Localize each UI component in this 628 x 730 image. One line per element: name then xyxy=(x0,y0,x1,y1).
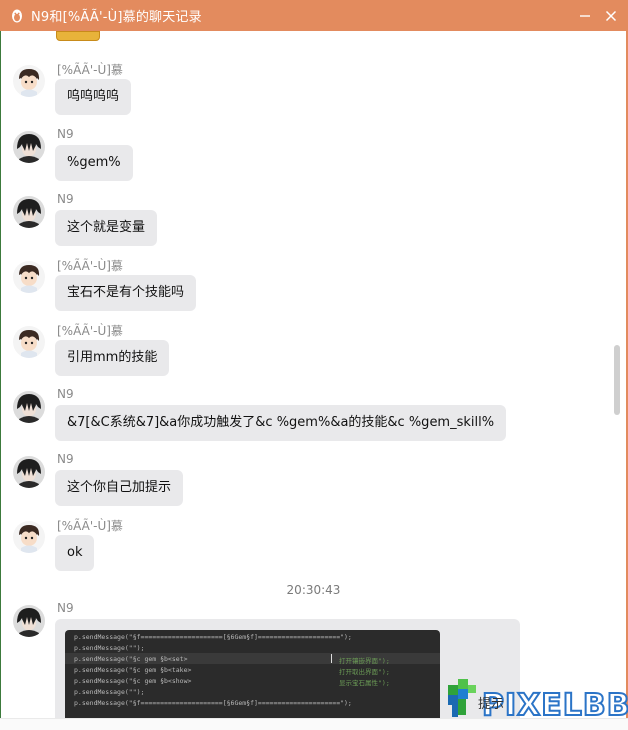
avatar[interactable] xyxy=(13,605,45,637)
message-bubble[interactable]: ok xyxy=(55,535,95,571)
message-bubble[interactable]: 宝石不是有个技能吗 xyxy=(55,275,197,311)
sender-name: N9 xyxy=(57,192,74,206)
sender-name: [%ÃÃ'-Ù]慕 xyxy=(57,63,123,77)
sender-name: N9 xyxy=(57,387,74,401)
scrollbar-thumb[interactable] xyxy=(614,345,620,415)
avatar[interactable] xyxy=(13,261,45,293)
message-bubble[interactable]: 引用mm的技能 xyxy=(55,340,170,376)
avatar[interactable] xyxy=(13,456,45,488)
dark-hair-boy-avatar-icon xyxy=(13,196,45,228)
window-title: N9和[%ÃÃ'-Ù]慕的聊天记录 xyxy=(31,10,202,25)
message-bubble[interactable]: 这个你自己加提示 xyxy=(55,470,184,506)
dark-hair-boy-avatar-icon xyxy=(13,131,45,163)
avatar[interactable] xyxy=(13,521,45,553)
code-line: p.sendMessage("§c gem §b<set> 打开镶嵌界面"); xyxy=(74,655,390,665)
sticker-image xyxy=(56,31,100,41)
sender-name: N9 xyxy=(57,452,74,466)
message-bubble[interactable]: %gem% xyxy=(55,145,133,181)
code-line: p.sendMessage(""); xyxy=(74,644,145,652)
text-caret xyxy=(331,654,332,663)
anime-boy-avatar-icon xyxy=(13,261,45,293)
avatar[interactable] xyxy=(13,196,45,228)
close-button[interactable] xyxy=(598,0,624,31)
message-timestamp: 20:30:43 xyxy=(286,583,341,597)
code-line: p.sendMessage(""); xyxy=(74,688,145,696)
code-line: p.sendMessage("§f=====================[§… xyxy=(74,699,352,707)
avatar[interactable] xyxy=(13,391,45,423)
sender-name: [%ÃÃ'-Ù]慕 xyxy=(57,519,123,533)
sender-name: N9 xyxy=(57,601,74,615)
avatar[interactable] xyxy=(13,65,45,97)
anime-boy-avatar-icon xyxy=(13,326,45,358)
dark-hair-boy-avatar-icon xyxy=(13,391,45,423)
code-screenshot[interactable]: p.sendMessage("§f=====================[§… xyxy=(65,630,440,730)
message-bubble[interactable]: &7[&C系统&7]&a你成功触发了&c %gem%&a的技能&c %gem_s… xyxy=(55,405,507,441)
sender-name: [%ÃÃ'-Ù]慕 xyxy=(57,324,123,338)
anime-boy-avatar-icon xyxy=(13,65,45,97)
minimize-button[interactable] xyxy=(572,0,598,31)
watermark-overlay-text: 提示 xyxy=(478,697,505,712)
dark-hair-boy-avatar-icon xyxy=(13,456,45,488)
qq-penguin-icon xyxy=(12,9,22,22)
title-bar: N9和[%ÃÃ'-Ù]慕的聊天记录 xyxy=(0,0,628,31)
avatar[interactable] xyxy=(13,326,45,358)
chat-history[interactable]: [%ÃÃ'-Ù]慕 呜呜呜呜 N9 %gem% N9 这个就是变量 [%ÃÃ'-… xyxy=(1,31,626,730)
code-line: p.sendMessage("§f=====================[§… xyxy=(74,633,352,641)
minimize-icon xyxy=(580,14,590,17)
close-icon xyxy=(605,10,617,21)
message-bubble[interactable]: 这个就是变量 xyxy=(55,210,158,246)
anime-boy-avatar-icon xyxy=(13,521,45,553)
code-line: p.sendMessage("§c gem §b<show> 显示宝石属性"); xyxy=(74,677,390,687)
sender-name: N9 xyxy=(57,127,74,141)
message-bubble[interactable]: 呜呜呜呜 xyxy=(55,79,132,115)
code-line: p.sendMessage("§c gem §b<take> 打开取出界面"); xyxy=(74,666,390,676)
dark-hair-boy-avatar-icon xyxy=(13,605,45,637)
bottom-toolbar-strip xyxy=(0,718,628,730)
sender-name: [%ÃÃ'-Ù]慕 xyxy=(57,259,123,273)
avatar[interactable] xyxy=(13,131,45,163)
